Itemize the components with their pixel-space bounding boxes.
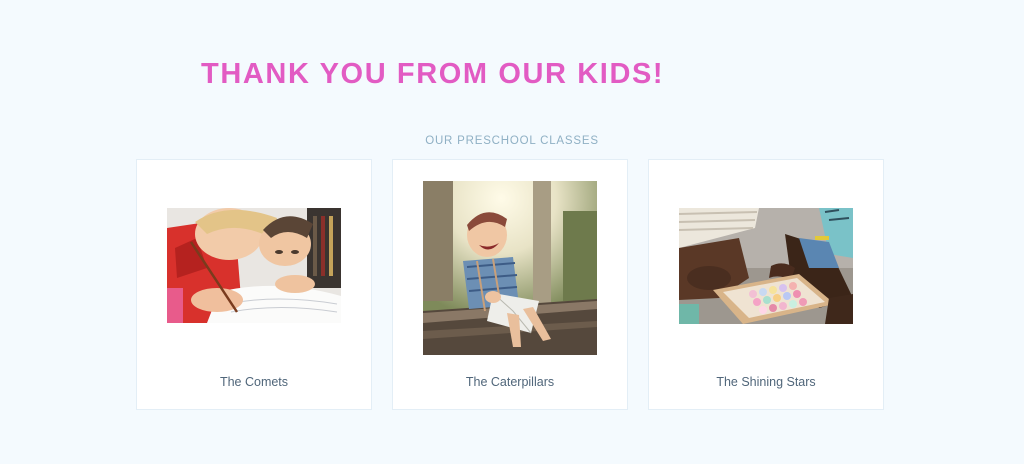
- page: THANK YOU FROM OUR KIDS! OUR PRESCHOOL C…: [0, 0, 1024, 464]
- class-card-comets[interactable]: The Comets: [136, 159, 372, 410]
- class-cards: The Comets The Caterpillars The Shining …: [136, 159, 884, 410]
- children-with-chalk-image: [679, 208, 853, 324]
- class-name: The Caterpillars: [465, 375, 555, 389]
- section-heading: OUR PRESCHOOL CLASSES: [425, 135, 599, 147]
- page-title: THANK YOU FROM OUR KIDS!: [201, 58, 665, 90]
- class-photo-shining-stars[interactable]: [679, 208, 853, 324]
- laughing-boy-image: [423, 181, 597, 355]
- class-name: The Shining Stars: [716, 375, 816, 389]
- class-card-shining-stars[interactable]: The Shining Stars: [648, 159, 884, 410]
- class-photo-comets[interactable]: [167, 208, 341, 323]
- children-drawing-image: [167, 208, 341, 323]
- class-card-caterpillars[interactable]: The Caterpillars: [392, 159, 628, 410]
- class-name: The Comets: [219, 375, 289, 389]
- class-photo-caterpillars[interactable]: [423, 181, 597, 355]
